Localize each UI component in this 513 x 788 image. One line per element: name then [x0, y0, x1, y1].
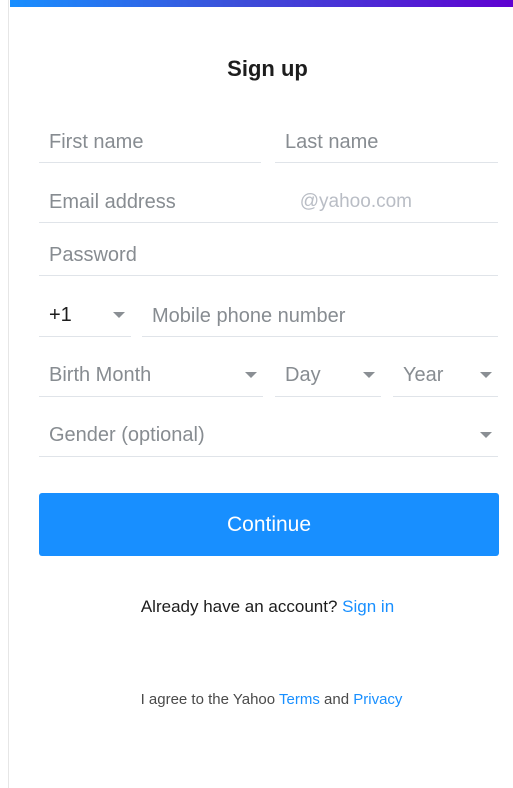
continue-button[interactable]: Continue	[39, 493, 499, 556]
chevron-down-icon	[363, 372, 375, 378]
page-title: Sign up	[227, 56, 308, 81]
gender-select[interactable]: Gender (optional)	[39, 413, 498, 457]
phone-field	[142, 293, 498, 337]
chevron-down-icon	[113, 312, 125, 318]
birth-year-value: Year	[403, 364, 444, 386]
privacy-link[interactable]: Privacy	[353, 691, 402, 708]
legal-and: and	[324, 691, 350, 708]
birth-day-value: Day	[285, 364, 321, 386]
signin-prompt-line: Already have an account? Sign in	[0, 597, 513, 617]
chevron-down-icon	[480, 372, 492, 378]
page-left-border	[8, 0, 9, 788]
password-input[interactable]	[49, 240, 488, 270]
birth-month-select[interactable]: Birth Month	[39, 353, 263, 397]
legal-agreement: I agree to the Yahoo Terms and Privacy	[0, 691, 513, 708]
birth-year-select[interactable]: Year	[393, 353, 498, 397]
last-name-field	[275, 119, 498, 163]
chevron-down-icon	[480, 432, 492, 438]
email-input[interactable]	[49, 187, 298, 217]
brand-gradient-bar	[10, 0, 513, 7]
legal-prefix: I agree to the Yahoo	[140, 691, 276, 708]
country-code-value: +1	[49, 304, 72, 326]
chevron-down-icon	[245, 372, 257, 378]
country-code-select[interactable]: +1	[39, 293, 131, 337]
signin-prompt-text: Already have an account?	[140, 597, 338, 616]
birth-day-select[interactable]: Day	[275, 353, 381, 397]
last-name-input[interactable]	[285, 127, 488, 157]
birth-month-value: Birth Month	[49, 364, 152, 386]
first-name-input[interactable]	[49, 127, 251, 157]
phone-input[interactable]	[152, 301, 488, 331]
email-field: @yahoo.com	[39, 179, 498, 223]
email-domain-suffix: @yahoo.com	[299, 191, 412, 212]
first-name-field	[39, 119, 261, 163]
gender-value: Gender (optional)	[49, 424, 205, 446]
sign-in-link[interactable]: Sign in	[342, 597, 394, 616]
terms-link[interactable]: Terms	[279, 691, 320, 708]
password-field	[39, 232, 498, 276]
